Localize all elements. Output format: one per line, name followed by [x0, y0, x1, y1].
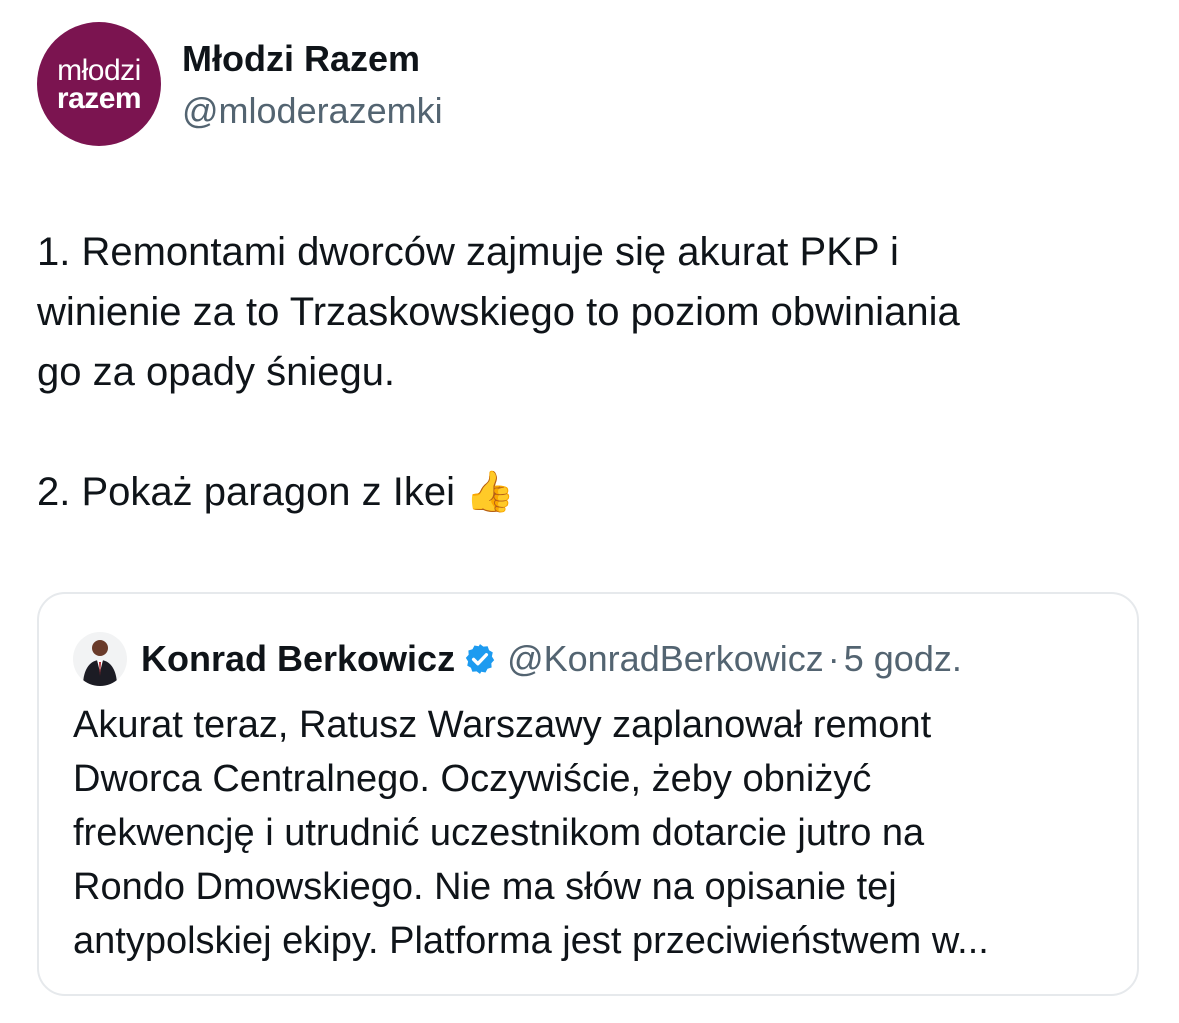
author-handle[interactable]: @mloderazemki — [182, 90, 443, 132]
quoted-text-line: Dworca Centralnego. Oczywiście, żeby obn… — [73, 758, 872, 800]
tweet-line: go za opady śniegu. — [37, 350, 396, 394]
tweet-line: winienie za to Trzaskowskiego to poziom … — [37, 290, 960, 334]
quoted-text-line: frekwencję i utrudnić uczestnikom dotarc… — [73, 812, 925, 854]
quoted-author-handle[interactable]: @KonradBerkowicz — [507, 638, 824, 680]
quoted-tweet-text: Akurat teraz, Ratusz Warszawy zaplanował… — [73, 698, 1113, 968]
author-display-name[interactable]: Młodzi Razem — [182, 38, 420, 80]
verified-badge-icon — [465, 644, 495, 674]
author-avatar[interactable]: młodzi razem — [37, 22, 161, 146]
quoted-author-name[interactable]: Konrad Berkowicz — [141, 638, 455, 680]
quoted-tweet-header: Konrad Berkowicz @KonradBerkowicz · 5 go… — [73, 632, 962, 686]
quoted-author-avatar[interactable] — [73, 632, 127, 686]
header-separator: · — [827, 638, 840, 679]
quoted-tweet-time[interactable]: 5 godz. — [844, 638, 962, 680]
avatar-text-line2: razem — [56, 82, 142, 115]
tweet-paragraph2: 2. Pokaż paragon z Ikei — [37, 470, 456, 514]
thumbs-up-emoji: 👍 — [465, 470, 515, 514]
tweet-line-2: 2. Pokaż paragon z Ikei 👍 — [37, 462, 1157, 522]
person-icon — [83, 640, 117, 686]
quoted-text-line: Rondo Dmowskiego. Nie ma słów na opisani… — [73, 866, 897, 908]
quoted-text-line: Akurat teraz, Ratusz Warszawy zaplanował… — [73, 704, 932, 746]
quoted-text-line: antypolskiej ekipy. Platforma jest przec… — [73, 920, 989, 962]
tweet-body: 1. Remontami dworców zajmuje się akurat … — [37, 222, 1157, 522]
quoted-tweet-card[interactable]: Konrad Berkowicz @KonradBerkowicz · 5 go… — [37, 592, 1139, 996]
tweet-line: 1. Remontami dworców zajmuje się akurat … — [37, 230, 899, 274]
